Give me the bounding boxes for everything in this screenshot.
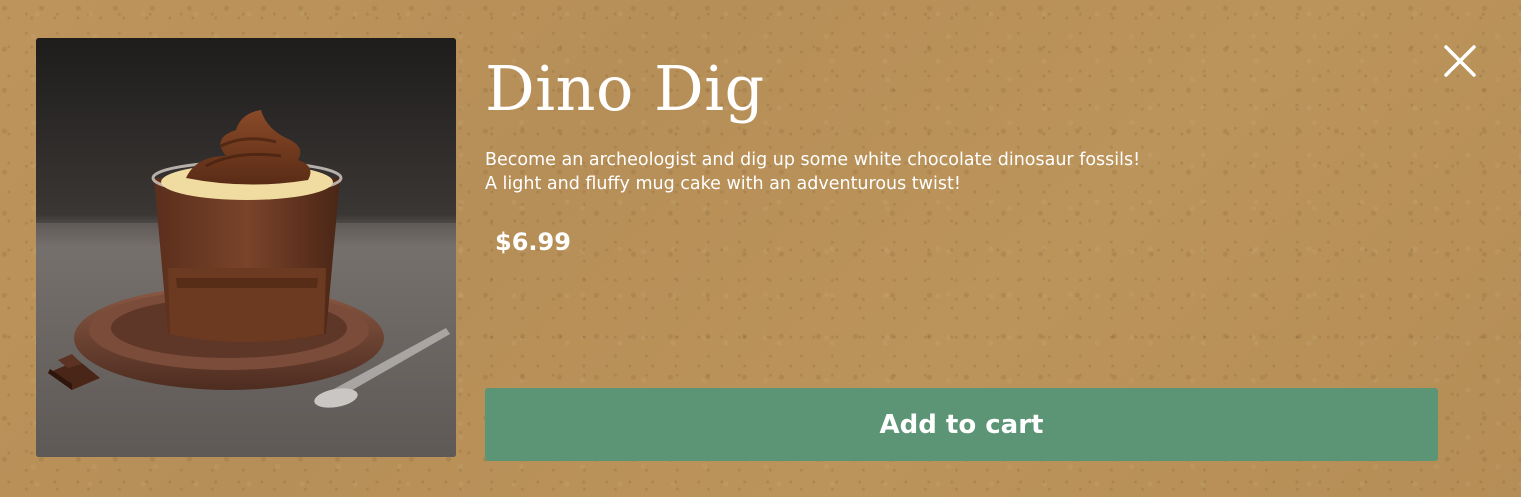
product-details: Dino Dig Become an archeologist and dig …: [485, 50, 1185, 196]
product-description: Become an archeologist and dig up some w…: [485, 150, 1141, 194]
product-title: Dino Dig: [485, 52, 765, 125]
add-to-cart-button[interactable]: Add to cart: [485, 388, 1438, 461]
product-modal: Dino Dig Become an archeologist and dig …: [0, 0, 1521, 497]
product-image: [36, 38, 456, 457]
product-price: $6.99: [495, 228, 571, 256]
close-button[interactable]: [1440, 41, 1480, 81]
close-icon: [1444, 45, 1476, 77]
